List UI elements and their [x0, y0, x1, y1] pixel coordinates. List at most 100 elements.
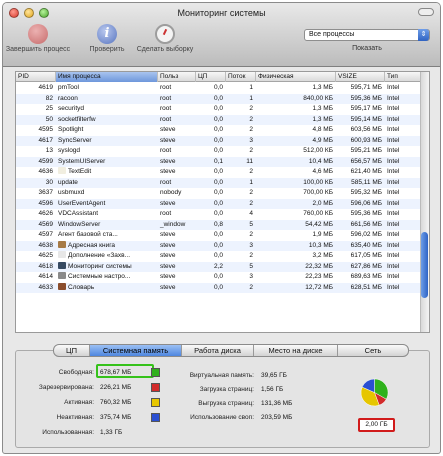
mem-text: 12,72 МБ	[305, 283, 333, 291]
table-row[interactable]: 4569 WindowServer _window 0,8 5 54,42 МБ 661,5…	[16, 219, 422, 231]
table-row[interactable]: 4618 Мониторинг системы steve 2,2 5 22,32 МБ 6…	[16, 261, 422, 273]
type-text: Intel	[387, 157, 400, 165]
inactive-memory-label: Неактивная:	[56, 414, 94, 421]
table-row[interactable]: 50 socketfilterfw root 0,0 2 1,3 МБ 595,14 МБ I…	[16, 114, 422, 125]
type-text: Intel	[387, 84, 400, 91]
toolbar-toggle-button[interactable]	[418, 8, 434, 16]
cell-cpu: 0,0	[196, 251, 226, 262]
cell-cpu: 0,0	[196, 83, 226, 94]
threads-text: 1	[249, 84, 253, 91]
user-text: root	[160, 105, 172, 112]
quit-process-button[interactable]: Завершить процесс	[5, 24, 71, 53]
mem-text: 4,8 МБ	[312, 126, 333, 133]
mem-text: 840,00 КБ	[303, 94, 333, 102]
cell-name: racoon	[56, 94, 158, 105]
swap-used-value: 203,59 МБ	[261, 414, 293, 421]
threads-text: 2	[249, 231, 253, 238]
threads-text: 2	[249, 252, 253, 259]
table-row[interactable]: 4636 TextEdit steve 0,0 2 4,6 МБ 621,40 МБ Inte…	[16, 167, 422, 178]
wired-memory-swatch	[151, 383, 160, 392]
table-row[interactable]: 82 racoon root 0,0 1 840,00 КБ 595,36 МБ Intel	[16, 93, 422, 105]
cell-cpu: 0,0	[196, 146, 226, 157]
column-header-name[interactable]: Имя процесса	[56, 72, 158, 82]
tab-1[interactable]: Системная память	[90, 345, 182, 356]
vsize-text: 595,21 МБ	[350, 147, 382, 154]
cell-vsize: 621,40 МБ	[336, 167, 385, 178]
cell-vsize: 596,02 МБ	[336, 230, 385, 241]
user-text: steve	[160, 199, 176, 207]
tab-4[interactable]: Сеть	[338, 345, 408, 356]
cell-type: Intel	[385, 188, 422, 199]
table-row[interactable]: 4614 Системные настро... steve 0,0 3 22,23 МБ…	[16, 272, 422, 283]
page-ins-value: 1,56 ГБ	[261, 386, 284, 393]
column-header-real-memory[interactable]: Физическая	[256, 72, 336, 82]
cell-mem: 10,3 МБ	[256, 241, 336, 252]
sample-process-button[interactable]: Сделать выборку	[129, 24, 201, 53]
cell-pid: 25	[16, 104, 56, 115]
column-header-cpu[interactable]: ЦП	[196, 72, 226, 82]
column-header-user[interactable]: Польз	[158, 72, 196, 82]
total-memory-value: 2,00 ГБ	[358, 418, 395, 432]
threads-text: 4	[249, 210, 253, 217]
scrollbar-thumb[interactable]	[421, 232, 428, 298]
table-row[interactable]: 4596 UserEventAgent steve 0,0 2 2,0 МБ 596,06 …	[16, 198, 422, 209]
table-row[interactable]: 4625 Дополнение «Захв... steve 0,0 2 3,2 МБ 61…	[16, 251, 422, 262]
cell-cpu: 2,2	[196, 262, 226, 273]
type-text: Intel	[387, 283, 400, 291]
vsize-text: 635,40 МБ	[350, 241, 382, 249]
table-row[interactable]: 4597 Агент базовой ста... steve 0,0 2 1,9 МБ 5…	[16, 230, 422, 241]
cell-vsize: 689,63 МБ	[336, 272, 385, 283]
mem-text: 3,2 МБ	[312, 252, 333, 259]
process-filter-select[interactable]: Все процессы ⇕	[304, 29, 430, 41]
user-text: root	[160, 94, 172, 102]
free-memory-swatch	[151, 368, 160, 377]
cell-name: pmTool	[56, 83, 158, 94]
cell-mem: 1,3 МБ	[256, 104, 336, 115]
cell-mem: 700,00 КБ	[256, 188, 336, 199]
cell-cpu: 0,0	[196, 230, 226, 241]
cell-pid: 82	[16, 94, 56, 105]
cell-cpu: 0,1	[196, 157, 226, 168]
column-header-pid[interactable]: PID	[16, 72, 56, 82]
cell-threads: 3	[226, 136, 256, 147]
cell-threads: 3	[226, 272, 256, 283]
cell-pid: 3637	[16, 188, 56, 199]
name-text: Словарь	[68, 283, 95, 291]
table-row[interactable]: 4626 VDCAssistant root 0,0 4 760,00 КБ 595,36 …	[16, 209, 422, 220]
table-row[interactable]: 4617 SyncServer steve 0,0 3 4,9 МБ 600,93 МБ In…	[16, 135, 422, 147]
name-text: Адресная книга	[68, 241, 116, 249]
page-ins-label: Загрузка страниц:	[199, 386, 254, 393]
tab-0[interactable]: ЦП	[54, 345, 90, 356]
cpu-text: 0,0	[213, 136, 223, 144]
column-header-threads[interactable]: Поток	[226, 72, 256, 82]
cell-pid: 4619	[16, 83, 56, 94]
name-text: SystemUIServer	[58, 157, 106, 165]
name-text: WindowServer	[58, 220, 101, 228]
cpu-text: 0,0	[213, 126, 223, 133]
cell-name: syslogd	[56, 146, 158, 157]
table-row[interactable]: 4619 pmTool root 0,0 1 1,3 МБ 595,71 МБ Intel	[16, 83, 422, 94]
table-row[interactable]: 4599 SystemUIServer steve 0,1 11 10,4 МБ 656,5…	[16, 156, 422, 168]
table-row[interactable]: 4638 Адресная книга steve 0,0 3 10,3 МБ 635,40…	[16, 240, 422, 252]
cell-cpu: 0,0	[196, 283, 226, 294]
cell-name: Словарь	[56, 282, 158, 294]
table-row[interactable]: 13 syslogd root 0,0 2 512,00 КБ 595,21 МБ Intel	[16, 146, 422, 157]
table-row[interactable]: 4633 Словарь steve 0,0 2 12,72 МБ 628,51 МБ Int…	[16, 282, 422, 294]
table-row[interactable]: 25 securityd root 0,0 2 1,3 МБ 595,17 МБ Intel	[16, 104, 422, 115]
vsize-text: 595,36 МБ	[350, 94, 382, 102]
cpu-text: 0,0	[213, 231, 223, 238]
tab-3[interactable]: Место на диске	[254, 345, 338, 356]
table-row[interactable]: 30 update root 0,0 1 100,00 КБ 585,11 МБ Intel	[16, 177, 422, 188]
cell-type: Intel	[385, 272, 422, 283]
tab-2[interactable]: Работа диска	[182, 345, 254, 356]
column-header-vsize[interactable]: VSIZE	[336, 72, 385, 82]
cell-type: Intel	[385, 125, 422, 136]
table-row[interactable]: 3637 usbmuxd nobody 0,0 2 700,00 КБ 595,32 МБ I…	[16, 188, 422, 199]
table-row[interactable]: 4595 Spotlight steve 0,0 2 4,8 МБ 603,56 МБ Int…	[16, 125, 422, 136]
table-scrollbar[interactable]	[420, 72, 429, 332]
memory-pie-chart	[360, 378, 389, 407]
column-header-kind[interactable]: Тип	[385, 72, 422, 82]
cell-type: Intel	[385, 220, 422, 231]
name-text: securityd	[58, 105, 85, 112]
mem-text: 22,23 МБ	[305, 273, 333, 280]
